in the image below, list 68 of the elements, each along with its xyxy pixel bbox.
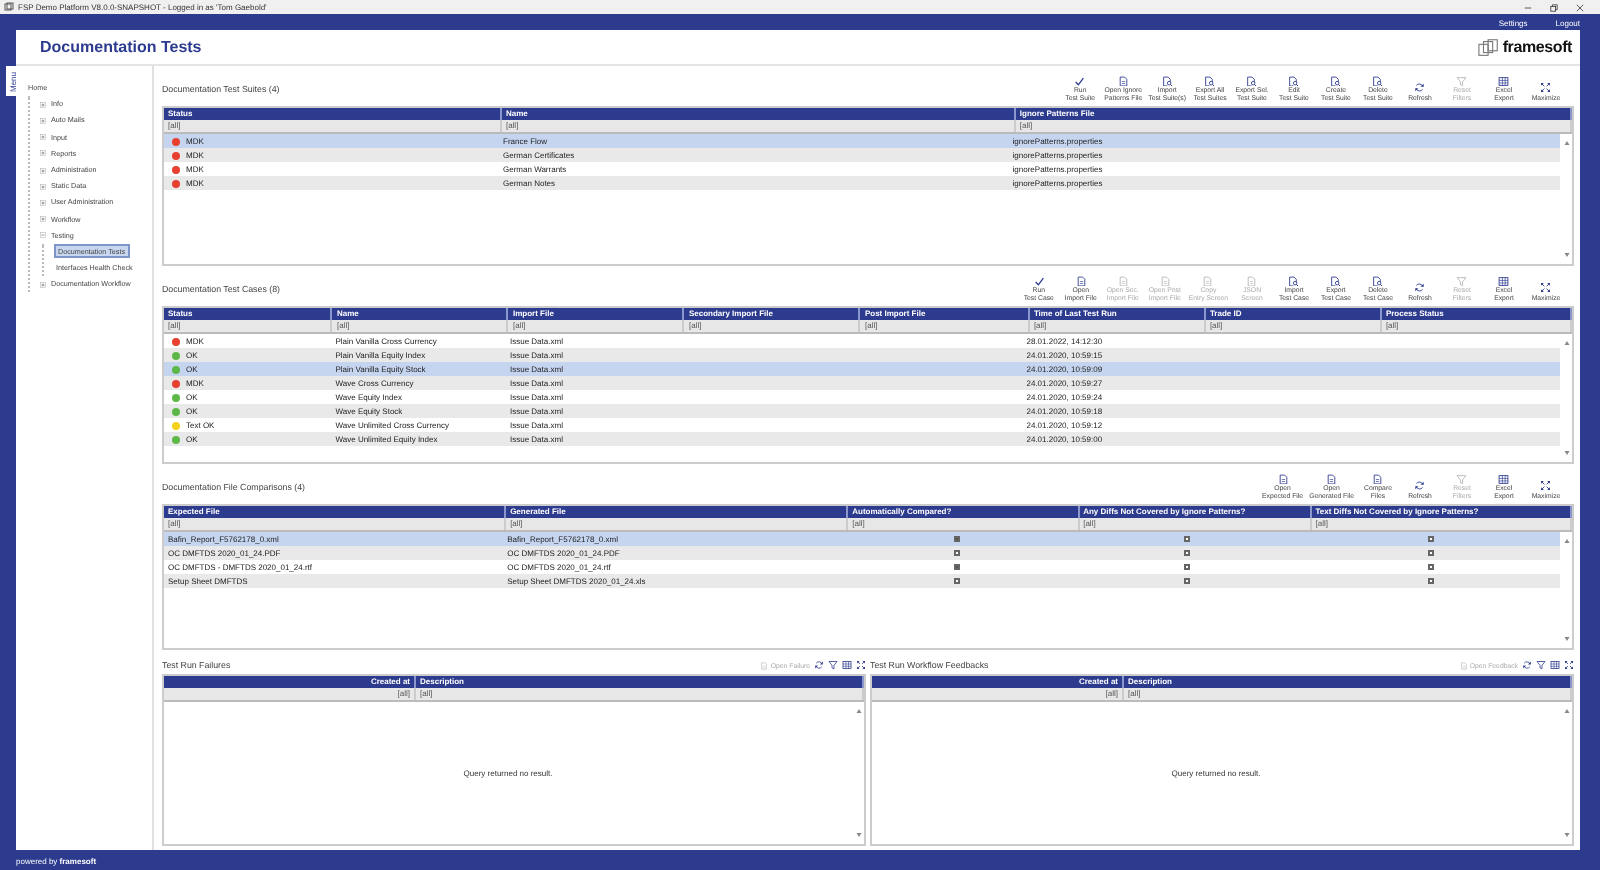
plus-box-icon[interactable] xyxy=(40,101,46,108)
spreadsheet-icon[interactable] xyxy=(1550,660,1560,670)
refresh-icon[interactable] xyxy=(814,660,824,670)
app-icon xyxy=(4,2,14,12)
scroll-up-icon[interactable] xyxy=(1563,708,1569,714)
minimize-icon[interactable] xyxy=(1524,3,1532,11)
expand-arrows-icon xyxy=(1540,282,1552,294)
document-icon xyxy=(1117,275,1129,287)
refresh-icon xyxy=(1414,480,1426,492)
funnel-icon xyxy=(1456,75,1468,87)
checkmark-icon xyxy=(1074,75,1086,87)
document-icon xyxy=(1326,473,1338,485)
document-search-icon xyxy=(1372,275,1384,287)
funnel-icon xyxy=(1456,275,1468,287)
refresh-icon xyxy=(1414,282,1426,294)
refresh-icon xyxy=(1414,82,1426,94)
scroll-up-icon[interactable] xyxy=(1563,340,1569,346)
document-search-icon xyxy=(1246,75,1258,87)
document-icon xyxy=(1372,473,1384,485)
document-icon xyxy=(1117,75,1129,87)
scroll-down-icon[interactable] xyxy=(1563,636,1569,642)
restore-icon[interactable] xyxy=(1550,3,1558,11)
document-icon xyxy=(1277,473,1289,485)
funnel-icon xyxy=(1456,473,1468,485)
funnel-icon[interactable] xyxy=(1536,660,1546,670)
plus-box-icon[interactable] xyxy=(40,199,46,206)
document-search-icon xyxy=(1372,75,1384,87)
plus-box-icon[interactable] xyxy=(40,281,46,288)
plus-box-icon[interactable] xyxy=(40,134,46,141)
expand-arrows-icon[interactable] xyxy=(1564,660,1574,670)
scroll-down-icon[interactable] xyxy=(1563,252,1569,258)
document-icon xyxy=(1246,275,1258,287)
scroll-up-icon[interactable] xyxy=(1563,538,1569,544)
refresh-icon[interactable] xyxy=(1522,660,1532,670)
spreadsheet-icon[interactable] xyxy=(842,660,852,670)
spreadsheet-icon xyxy=(1498,473,1510,485)
plus-box-icon[interactable] xyxy=(40,183,46,190)
plus-box-icon[interactable] xyxy=(40,117,46,124)
document-search-icon xyxy=(1161,75,1173,87)
document-icon xyxy=(760,661,769,669)
scroll-down-icon[interactable] xyxy=(855,832,861,838)
document-icon xyxy=(1459,661,1468,669)
document-icon xyxy=(1202,275,1214,287)
document-icon xyxy=(1159,275,1171,287)
expand-arrows-icon[interactable] xyxy=(856,660,866,670)
logo-text: framesoft xyxy=(1502,38,1572,56)
spreadsheet-icon xyxy=(1498,275,1510,287)
scroll-down-icon[interactable] xyxy=(1563,832,1569,838)
scroll-up-icon[interactable] xyxy=(855,708,861,714)
expand-arrows-icon xyxy=(1540,82,1552,94)
expand-arrows-icon xyxy=(1540,480,1552,492)
document-icon xyxy=(1075,275,1087,287)
document-search-icon xyxy=(1330,275,1342,287)
scroll-down-icon[interactable] xyxy=(1563,450,1569,456)
funnel-icon[interactable] xyxy=(828,660,838,670)
plus-box-icon[interactable] xyxy=(40,150,46,157)
document-search-icon xyxy=(1330,75,1342,87)
logo-frames-icon xyxy=(1478,37,1501,57)
close-icon[interactable] xyxy=(1576,3,1584,11)
document-search-icon xyxy=(1288,75,1300,87)
plus-box-icon[interactable] xyxy=(40,167,46,174)
document-search-icon xyxy=(1288,275,1300,287)
page-title: Documentation Tests xyxy=(40,38,202,56)
checkmark-icon xyxy=(1033,275,1045,287)
plus-box-icon[interactable] xyxy=(40,216,46,223)
document-search-icon xyxy=(1204,75,1216,87)
scroll-up-icon[interactable] xyxy=(1563,140,1569,146)
spreadsheet-icon xyxy=(1498,75,1510,87)
